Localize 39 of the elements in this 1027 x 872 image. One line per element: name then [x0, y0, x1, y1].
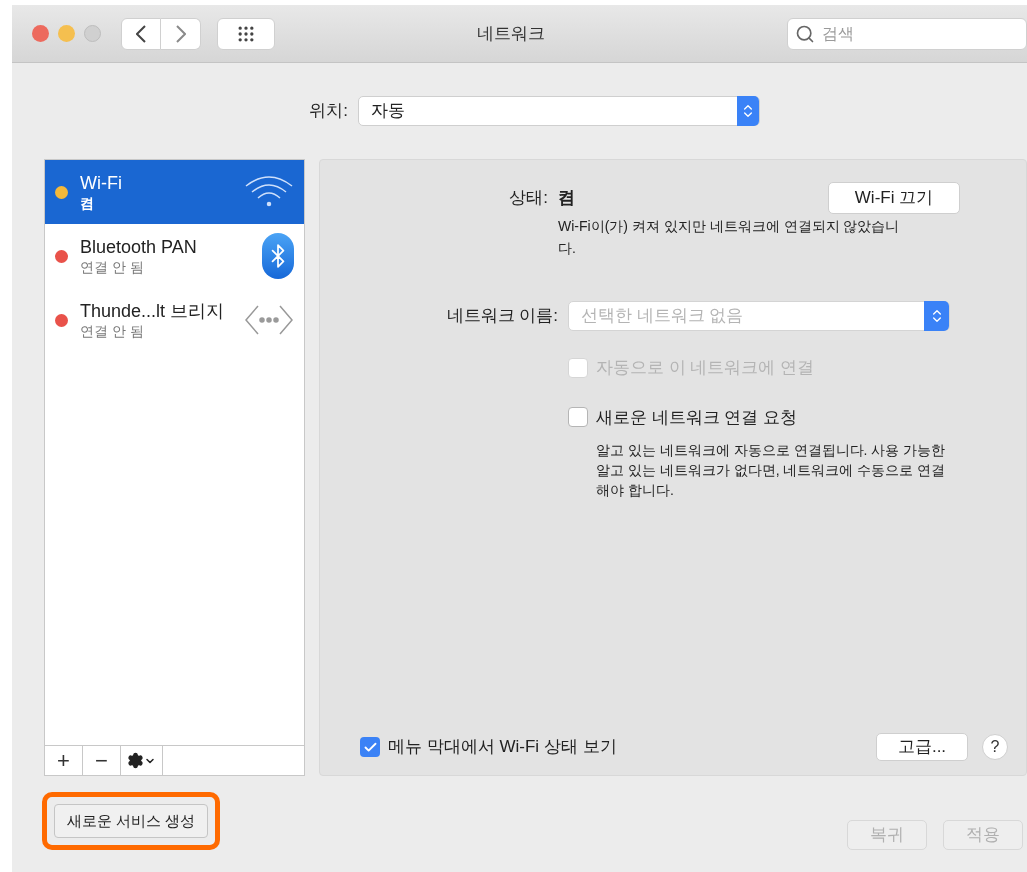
- add-button[interactable]: +: [45, 746, 83, 775]
- remove-button[interactable]: −: [83, 746, 121, 775]
- advanced-button[interactable]: 고급...: [876, 733, 968, 761]
- wifi-off-button[interactable]: Wi-Fi 끄기: [828, 182, 960, 214]
- create-service-button[interactable]: 새로운 서비스 생성: [54, 804, 209, 838]
- status-label: 상태:: [508, 187, 549, 209]
- close-button[interactable]: [32, 25, 49, 42]
- option-label: 새로운 네트워크 연결 요청: [596, 406, 798, 429]
- help-button[interactable]: ?: [982, 734, 1008, 760]
- status-description: Wi-Fi이(가) 켜져 있지만 네트워크에 연결되지 않았습니다.: [558, 217, 901, 258]
- location-dropdown[interactable]: 자동: [357, 96, 760, 126]
- stepper-icon: [924, 301, 949, 331]
- checkbox[interactable]: [568, 407, 588, 428]
- chevron-left-icon: [136, 24, 146, 43]
- service-name: Thunde...lt 브리지: [80, 300, 226, 322]
- hint-text: 알고 있는 네트워크에 자동으로 연결됩니다. 사용 가능한 알고 있는 네트워크가 없다면, 네트워크에 수동으로 연결해야 합니다.: [596, 441, 947, 500]
- service-status: 연결 안 됨: [80, 258, 145, 276]
- chevron-right-icon: [175, 24, 186, 43]
- service-item[interactable]: Wi-Fi 켬: [45, 160, 304, 224]
- service-status: 켬: [80, 194, 95, 212]
- service-status: 연결 안 됨: [80, 322, 145, 340]
- location-label: 위치:: [309, 100, 348, 123]
- service-item[interactable]: Thunde...lt 브리지 연결 안 됨: [45, 288, 304, 352]
- service-item[interactable]: Bluetooth PAN 연결 안 됨: [45, 224, 304, 288]
- search-icon: [795, 23, 815, 44]
- checkbox[interactable]: [360, 737, 380, 757]
- stepper-icon: [736, 96, 759, 126]
- service-name: Wi-Fi: [80, 172, 123, 194]
- gear-icon: [127, 752, 144, 769]
- bluetooth-icon: [262, 233, 294, 279]
- search-field[interactable]: 검색: [787, 17, 1027, 50]
- back-button[interactable]: [121, 17, 161, 50]
- window-title: 네트워크: [477, 22, 545, 45]
- grid-button[interactable]: [217, 17, 275, 50]
- service-name: Bluetooth PAN: [80, 236, 198, 258]
- show-in-menu-bar-label: 메뉴 막대에서 Wi-Fi 상태 보기: [388, 736, 618, 759]
- network-name-label: 네트워크 이름:: [445, 305, 559, 328]
- forward-button[interactable]: [161, 17, 201, 50]
- status-value: 켬: [558, 187, 575, 209]
